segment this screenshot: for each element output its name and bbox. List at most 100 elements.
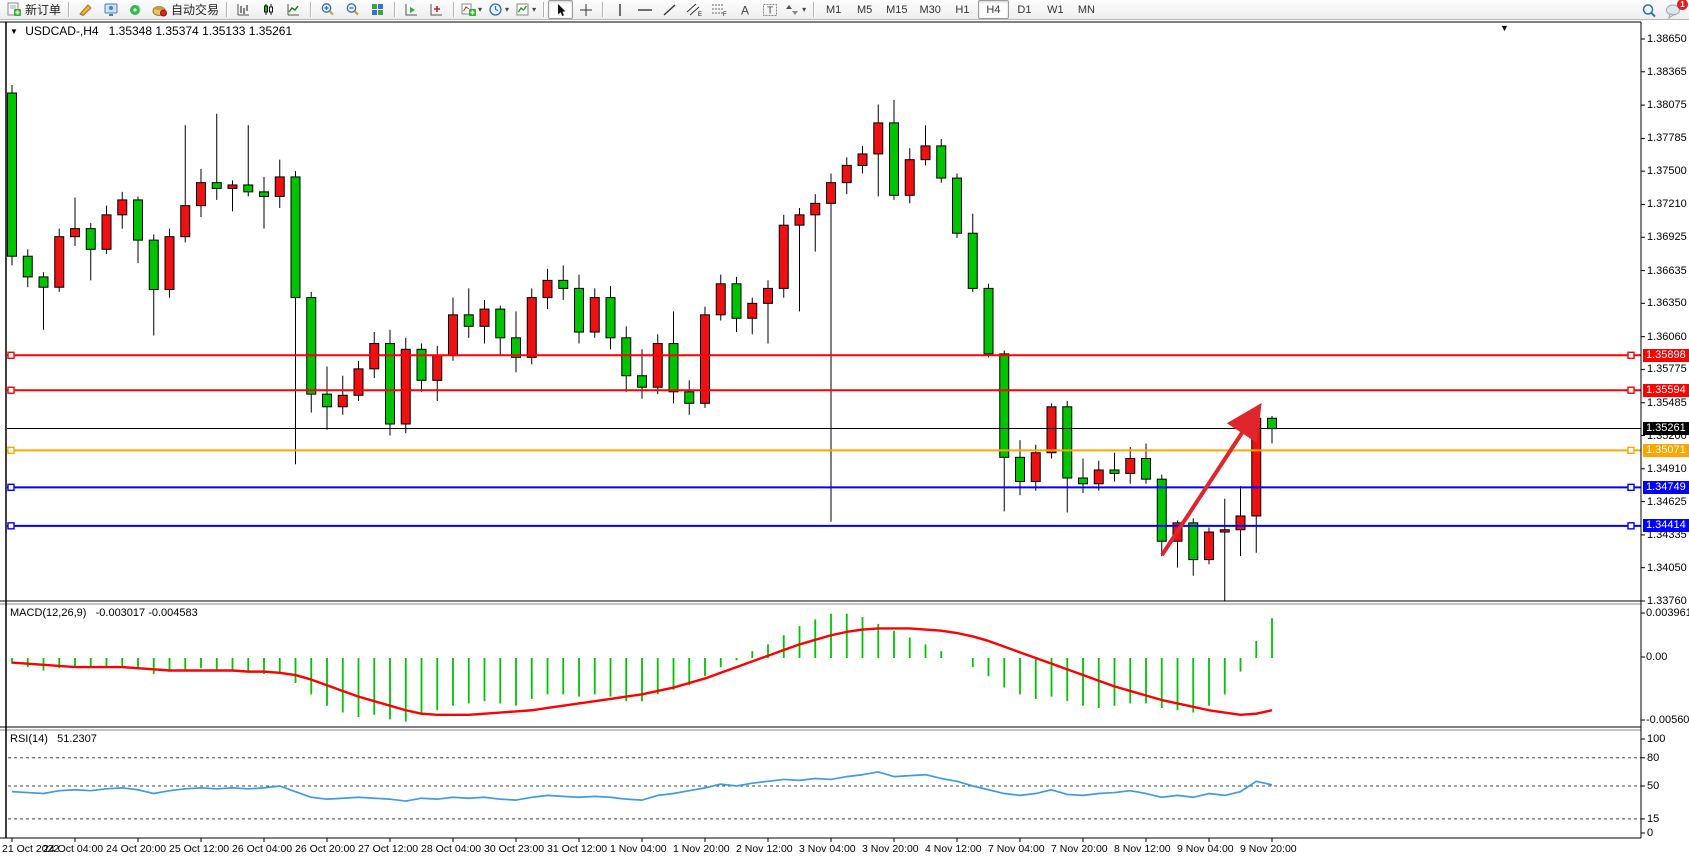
line-chart-button[interactable] [281,0,306,19]
svg-text:E: E [698,12,702,17]
candle-body [165,237,174,290]
candle-body [86,229,95,250]
level-handle[interactable] [1628,447,1634,453]
price-axis-label: 1.37500 [1647,165,1687,177]
price-axis-label: 1.36060 [1647,331,1687,343]
bar-chart-button[interactable] [231,0,256,19]
scroll-end-icon[interactable]: ▼ [1500,23,1509,33]
equidistant-channel-button[interactable]: E [682,0,707,19]
time-axis-label: 28 Oct 04:00 [421,843,481,855]
price-axis-label: 1.35775 [1647,363,1687,375]
candle-body [338,395,347,406]
candle-body [968,233,977,288]
indicators-icon [461,2,476,17]
candle-body [575,288,584,332]
level-handle[interactable] [8,447,14,453]
channel-icon: E [686,2,703,17]
vertical-line-icon [614,3,626,17]
fibonacci-button[interactable]: F [707,0,732,19]
signal-icon [128,2,144,17]
candle-body [102,215,111,249]
time-axis-label: 26 Oct 04:00 [232,843,292,855]
price-axis-label: 1.36635 [1647,265,1687,277]
cursor-button[interactable] [548,0,573,19]
toolbar-separator [602,2,603,17]
signal-button[interactable] [123,0,148,19]
chart-shift-button[interactable] [424,0,449,19]
timeframe-M15[interactable]: M15 [880,0,913,19]
price-axis-label: 1.34625 [1647,496,1687,508]
candle-body [275,177,284,197]
timeframe-W1[interactable]: W1 [1040,0,1071,19]
templates-button[interactable]: ▾ [512,0,539,19]
horizontal-line-button[interactable] [632,0,657,19]
time-axis-label: 24 Oct 04:00 [43,843,103,855]
timeframe-M5[interactable]: M5 [849,0,880,19]
tile-windows-button[interactable] [365,0,390,19]
candle-body [212,183,221,189]
candle-body [134,200,143,240]
fibonacci-icon: F [711,2,728,17]
candle-body [1031,453,1040,482]
rsi-name: RSI(14) [10,733,48,745]
price-axis-label: 1.37785 [1647,132,1687,144]
toolbar-separator [310,2,311,17]
timeframe-H1[interactable]: H1 [947,0,978,19]
zoom-out-button[interactable] [340,0,365,19]
text-label-button[interactable]: T [757,0,782,19]
level-handle[interactable] [8,523,14,529]
candlestick-chart-button[interactable] [256,0,281,19]
time-axis-label: 1 Nov 04:00 [610,843,667,855]
collapse-icon[interactable]: ▼ [10,27,18,36]
timeframe-M30[interactable]: M30 [914,0,947,19]
chart-ohlc-values: 1.35348 1.35374 1.35133 1.35261 [109,24,293,38]
crosshair-button[interactable] [573,0,598,19]
candle-body [1220,530,1229,532]
vertical-line-button[interactable] [607,0,632,19]
candle-body [858,154,867,165]
candle-body [827,183,836,204]
text-button[interactable]: A [732,0,757,19]
level-handle[interactable] [1628,523,1634,529]
level-handle[interactable] [8,387,14,393]
candle-body [291,177,300,298]
candle-body [685,392,694,403]
timeframe-D1[interactable]: D1 [1009,0,1040,19]
time-axis-label: 8 Nov 12:00 [1114,843,1171,855]
candle-body [890,123,899,195]
candle-body [1157,479,1166,541]
chevron-down-icon: ▾ [505,5,509,14]
level-handle[interactable] [8,484,14,490]
timeframe-MN[interactable]: MN [1071,0,1102,19]
level-handle[interactable] [1628,352,1634,358]
chevron-down-icon: ▾ [802,5,806,14]
new-order-icon [6,2,22,17]
level-handle[interactable] [1628,484,1634,490]
price-axis-label: 1.37210 [1647,198,1687,210]
indicators-button[interactable]: ▾ [458,0,485,19]
text-label-icon: T [762,3,778,17]
terminal-button[interactable] [98,0,123,19]
notifications-button[interactable]: 1 [1661,1,1686,20]
search-button[interactable] [1636,1,1661,20]
toolbar-right-group: 1 [1636,1,1686,20]
timeframe-group: M1M5M15M30H1H4D1W1MN [818,0,1102,19]
candle-body [71,229,80,237]
autotrade-icon [151,2,168,17]
toolbar-separator [394,2,395,17]
styler-button[interactable] [73,0,98,19]
trendline-button[interactable] [657,0,682,19]
timeframe-H4[interactable]: H4 [978,0,1009,19]
toolbar-separator [68,2,69,17]
new-order-button[interactable]: 新订单 [3,0,64,19]
autotrade-button[interactable]: 自动交易 [148,0,222,19]
candle-body [842,165,851,182]
periods-button[interactable]: ▾ [485,0,512,19]
level-handle[interactable] [8,352,14,358]
timeframe-M1[interactable]: M1 [818,0,849,19]
candle-body [323,394,332,407]
zoom-in-button[interactable] [315,0,340,19]
arrows-button[interactable]: ▾ [782,0,809,19]
level-handle[interactable] [1628,387,1634,393]
auto-scroll-button[interactable] [399,0,424,19]
